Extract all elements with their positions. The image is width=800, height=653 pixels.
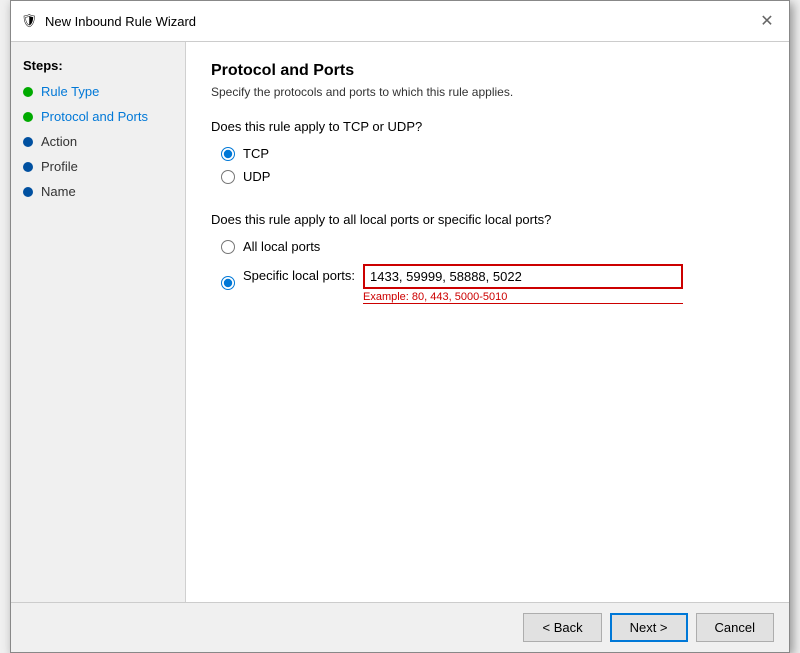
tcp-radio[interactable] <box>221 147 235 161</box>
title-bar: 🛡 New Inbound Rule Wizard ✕ <box>11 1 789 42</box>
dialog-window: 🛡 New Inbound Rule Wizard ✕ Steps: Rule … <box>10 0 790 653</box>
tcp-label: TCP <box>243 146 269 161</box>
udp-radio-item: UDP <box>221 169 764 184</box>
close-button[interactable]: ✕ <box>755 9 779 33</box>
all-ports-radio-item: All local ports <box>221 239 764 254</box>
port-hint-text: Example: 80, 443, 5000-5010 <box>363 291 683 304</box>
specific-ports-radio-item: Specific local ports: Example: 80, 443, … <box>221 262 764 304</box>
page-title: Protocol and Ports <box>211 62 764 80</box>
dot-icon-protocol-ports <box>23 112 33 122</box>
sidebar-label-profile: Profile <box>41 159 78 174</box>
sidebar-label-protocol-ports: Protocol and Ports <box>41 109 148 124</box>
footer-bar: < Back Next > Cancel <box>11 602 789 652</box>
sidebar-item-protocol-ports: Protocol and Ports <box>11 104 185 129</box>
udp-label: UDP <box>243 169 270 184</box>
port-input-wrapper: Example: 80, 443, 5000-5010 <box>363 264 683 304</box>
wizard-icon: 🛡 <box>21 13 37 29</box>
tcp-radio-item: TCP <box>221 146 764 161</box>
dot-icon-profile <box>23 162 33 172</box>
cancel-button[interactable]: Cancel <box>696 613 774 642</box>
all-ports-label: All local ports <box>243 239 320 254</box>
sidebar-item-action: Action <box>11 129 185 154</box>
ports-question: Does this rule apply to all local ports … <box>211 212 764 227</box>
tcp-udp-question: Does this rule apply to TCP or UDP? <box>211 119 764 134</box>
back-button[interactable]: < Back <box>523 613 601 642</box>
port-input-row: Specific local ports: Example: 80, 443, … <box>243 264 683 304</box>
sidebar: Steps: Rule Type Protocol and Ports Acti… <box>11 42 186 602</box>
title-bar-text: New Inbound Rule Wizard <box>45 14 196 29</box>
sidebar-item-rule-type: Rule Type <box>11 79 185 104</box>
port-input-field[interactable] <box>363 264 683 289</box>
specific-ports-label: Specific local ports: <box>243 264 355 283</box>
sidebar-label-name: Name <box>41 184 76 199</box>
title-bar-left: 🛡 New Inbound Rule Wizard <box>21 13 196 29</box>
dot-icon-action <box>23 137 33 147</box>
sidebar-label-action: Action <box>41 134 77 149</box>
all-ports-radio[interactable] <box>221 240 235 254</box>
page-subtitle: Specify the protocols and ports to which… <box>211 85 764 99</box>
tcp-udp-group: TCP UDP <box>211 146 764 184</box>
ports-group: All local ports Specific local ports: Ex… <box>211 239 764 304</box>
specific-ports-radio[interactable] <box>221 276 235 290</box>
sidebar-item-name: Name <box>11 179 185 204</box>
dot-icon-name <box>23 187 33 197</box>
dot-icon-rule-type <box>23 87 33 97</box>
sidebar-label-rule-type: Rule Type <box>41 84 99 99</box>
next-button[interactable]: Next > <box>610 613 688 642</box>
sidebar-header: Steps: <box>11 52 185 79</box>
sidebar-item-profile: Profile <box>11 154 185 179</box>
main-panel: Protocol and Ports Specify the protocols… <box>186 42 789 602</box>
udp-radio[interactable] <box>221 170 235 184</box>
content-area: Steps: Rule Type Protocol and Ports Acti… <box>11 42 789 602</box>
